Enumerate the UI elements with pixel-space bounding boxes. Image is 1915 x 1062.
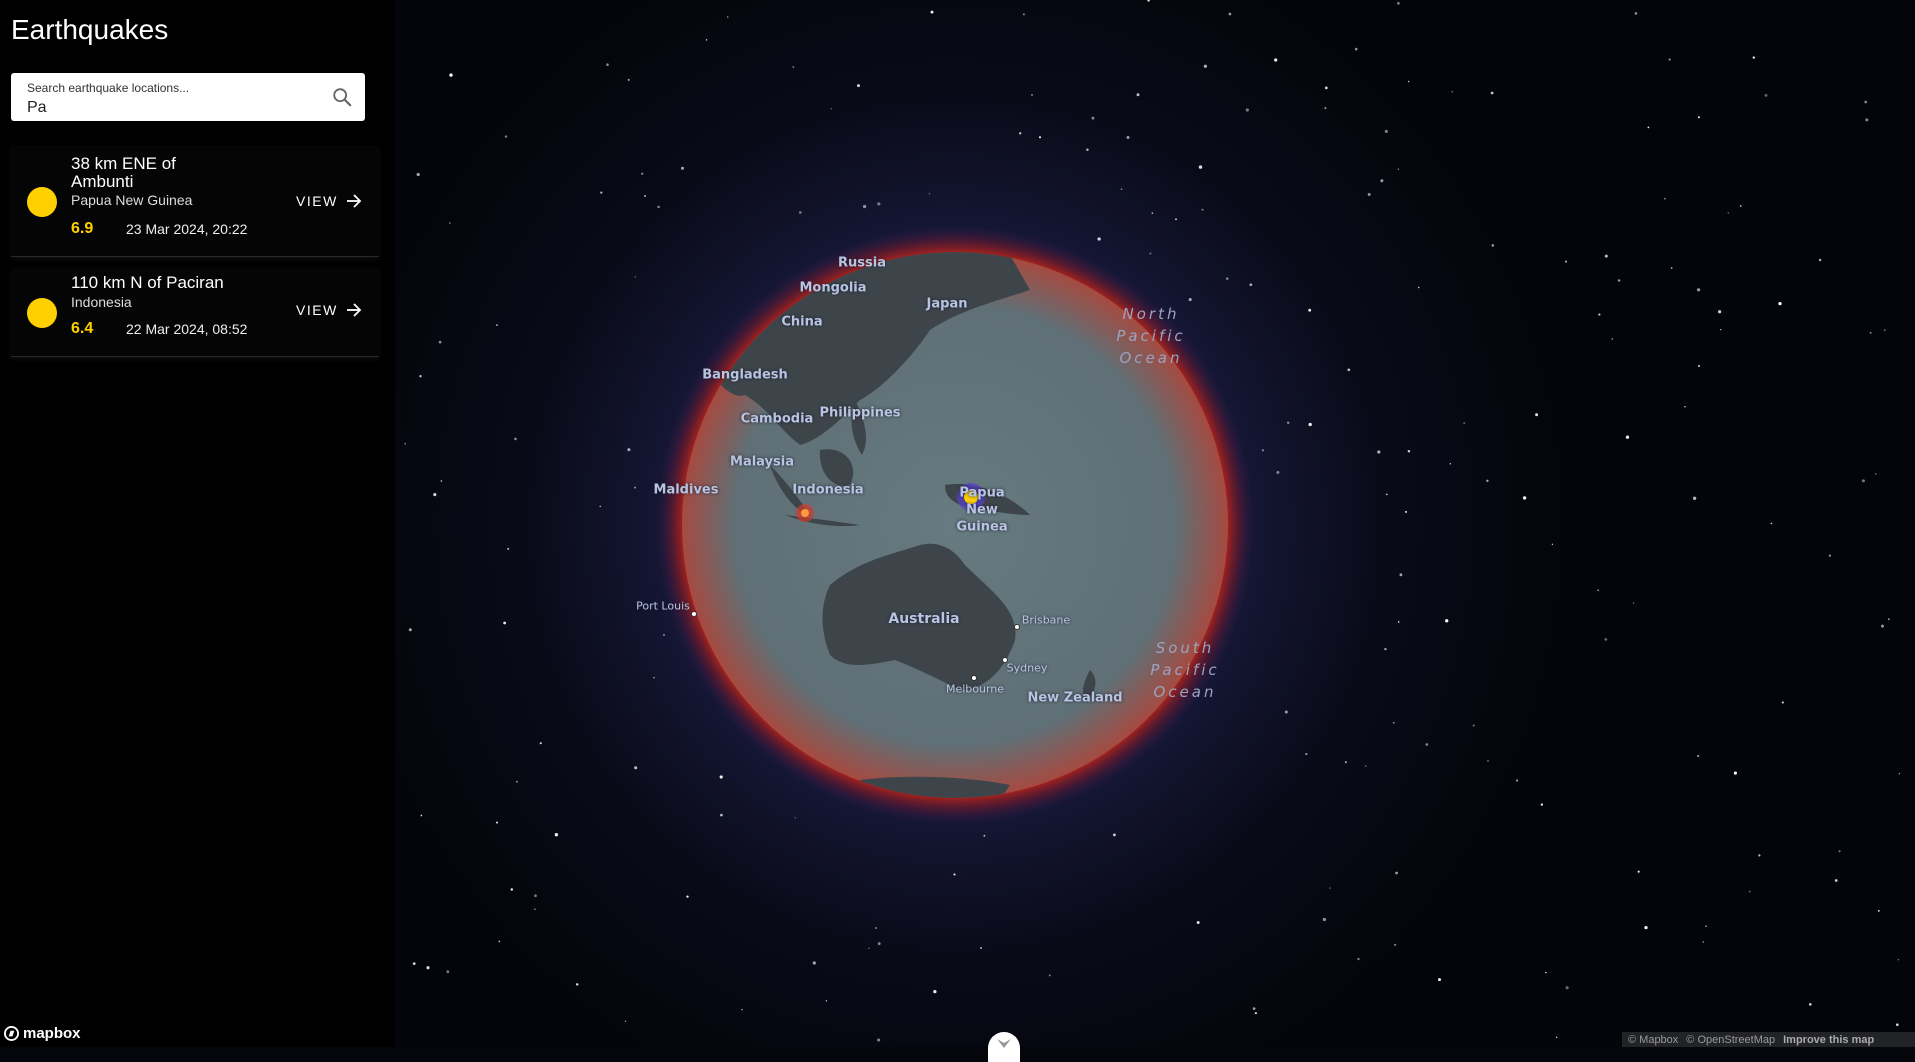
label-maldives: Maldives — [653, 482, 719, 498]
mapbox-logo-icon — [4, 1026, 19, 1041]
label-papua-new-guinea: Papua New Guinea — [956, 485, 1008, 535]
result-card[interactable]: 110 km N of Paciran Indonesia 6.4 22 Mar… — [11, 268, 379, 357]
app-title: Earthquakes — [11, 14, 169, 45]
bottom-handle[interactable] — [988, 1032, 1020, 1062]
label-cambodia: Cambodia — [740, 411, 814, 427]
map-attribution: © Mapbox © OpenStreetMap Improve this ma… — [1622, 1032, 1915, 1047]
sidebar: Earthquakes Search earthquake locations.… — [0, 0, 395, 1047]
view-button-label: VIEW — [296, 302, 338, 318]
search-input[interactable] — [27, 99, 327, 117]
result-datetime: 23 Mar 2024, 20:22 — [126, 221, 248, 237]
label-south-pacific: South Pacific Ocean — [1150, 639, 1220, 701]
magnitude-dot — [27, 187, 57, 217]
label-malaysia: Malaysia — [730, 454, 794, 470]
result-datetime: 22 Mar 2024, 08:52 — [126, 321, 248, 337]
arrow-right-icon — [346, 194, 362, 208]
label-new-zealand: New Zealand — [1027, 690, 1123, 706]
result-place: 38 km ENE of Ambunti — [71, 154, 176, 191]
label-sydney: Sydney — [1006, 661, 1048, 675]
label-north-pacific: North Pacific Ocean — [1116, 305, 1186, 367]
result-magnitude: 6.9 — [71, 220, 94, 237]
quake-marker[interactable] — [801, 509, 809, 517]
result-card[interactable]: 38 km ENE of Ambunti Papua New Guinea 6.… — [11, 146, 379, 257]
arrow-right-icon — [346, 303, 362, 317]
mapbox-logo-text: mapbox — [23, 1025, 81, 1042]
city-dot — [691, 611, 697, 617]
result-place: 110 km N of Paciran — [71, 273, 224, 292]
chevron-down-icon — [997, 1039, 1011, 1048]
city-dot — [1014, 624, 1020, 630]
label-australia: Australia — [888, 611, 960, 627]
result-country: Papua New Guinea — [71, 192, 193, 208]
label-china: China — [781, 314, 823, 330]
attribution-osm-link[interactable]: © OpenStreetMap — [1686, 1034, 1775, 1046]
result-country: Indonesia — [71, 294, 132, 310]
label-bangladesh: Bangladesh — [702, 367, 788, 383]
search-box[interactable]: Search earthquake locations... — [11, 73, 365, 121]
label-port-louis: Port Louis — [636, 599, 690, 613]
search-label: Search earthquake locations... — [27, 81, 190, 95]
view-button-label: VIEW — [296, 193, 338, 209]
label-japan: Japan — [926, 296, 968, 312]
attribution-mapbox-link[interactable]: © Mapbox — [1628, 1034, 1678, 1046]
city-dot — [971, 675, 977, 681]
search-icon[interactable] — [331, 86, 353, 108]
magnitude-dot — [27, 298, 57, 328]
mapbox-logo[interactable]: mapbox — [4, 1025, 81, 1042]
label-philippines: Philippines — [819, 405, 901, 421]
label-indonesia: Indonesia — [792, 482, 864, 498]
improve-map-link[interactable]: Improve this map — [1783, 1034, 1874, 1046]
view-button[interactable]: VIEW — [296, 302, 362, 318]
result-magnitude: 6.4 — [71, 320, 94, 337]
label-russia: Russia — [838, 255, 886, 271]
label-brisbane: Brisbane — [1021, 613, 1071, 627]
label-mongolia: Mongolia — [799, 280, 867, 296]
view-button[interactable]: VIEW — [296, 193, 362, 209]
label-melbourne: Melbourne — [945, 682, 1005, 696]
